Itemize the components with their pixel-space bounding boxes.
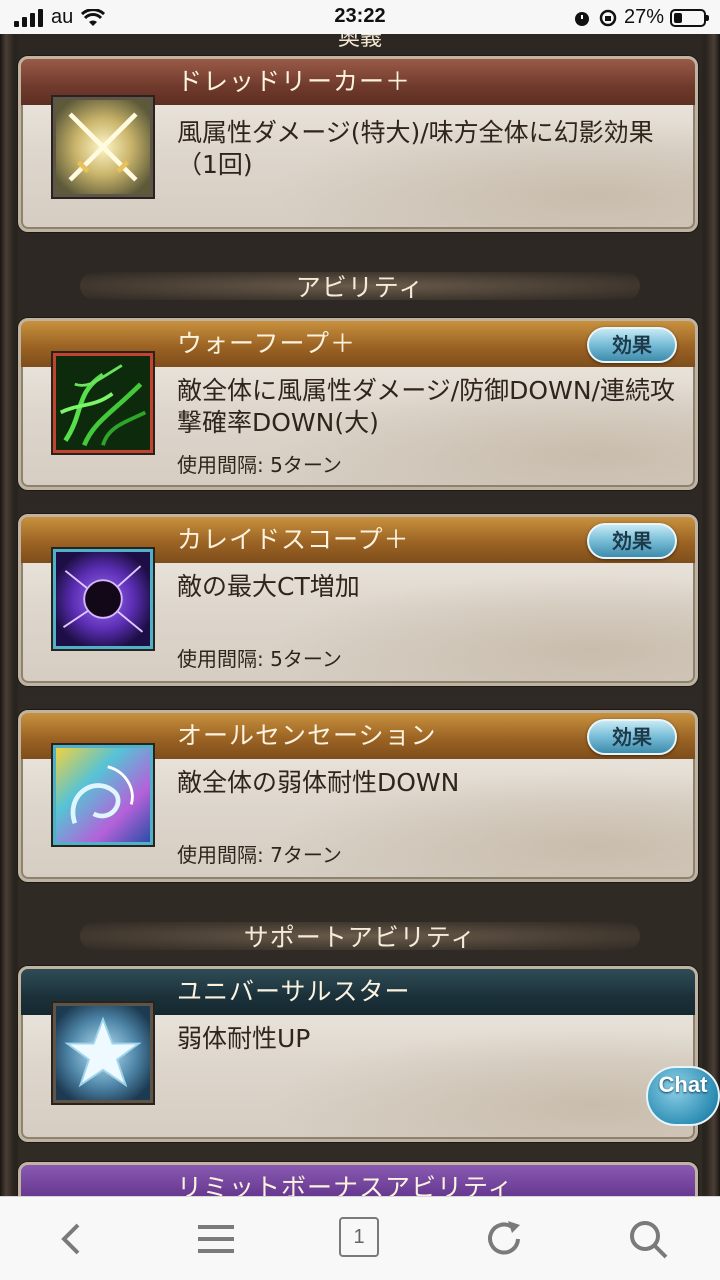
status-bar: au 23:22 27% <box>0 0 720 34</box>
skill-cooldown: 使用間隔: 5ターン <box>177 453 342 477</box>
crossed-swords-icon <box>53 97 153 197</box>
signal-icon <box>14 8 43 27</box>
reload-icon <box>488 1221 520 1255</box>
back-button[interactable] <box>50 1217 94 1261</box>
chat-button[interactable]: Chat <box>646 1066 720 1126</box>
status-right: 27% <box>572 6 709 29</box>
battery-percent: 27% <box>623 6 664 28</box>
dark-orb-icon <box>53 549 153 649</box>
section-title-ougi: 奥義 <box>337 34 382 51</box>
section-title-ability: アビリティ <box>295 273 425 302</box>
skill-card-war-hoop[interactable]: ウォーフープ＋ 効果 敵全体に風属性ダメージ/防御DOWN/連続攻撃確率DOWN… <box>18 318 698 490</box>
hamburger-icon <box>198 1225 234 1253</box>
effect-button[interactable]: 効果 <box>587 719 677 755</box>
menu-button[interactable] <box>194 1217 238 1261</box>
alarm-icon <box>574 11 589 26</box>
skill-description: 風属性ダメージ(特大)/味方全体に幻影効果（1回) <box>177 118 654 179</box>
skill-description: 敵全体の弱体耐性DOWN <box>177 768 460 797</box>
carrier-label: au <box>51 6 74 28</box>
effect-button[interactable]: 効果 <box>587 327 677 363</box>
section-title-support-ability: サポートアビリティ <box>243 923 477 952</box>
chevron-left-icon <box>61 1223 80 1255</box>
wifi-icon <box>81 8 106 26</box>
skill-card-dread-reaper[interactable]: ドレッドリーカー＋ 風属性ダメージ(特大)/味方全体に幻影効果（1回) <box>18 56 698 232</box>
skill-cooldown: 使用間隔: 7ターン <box>177 843 342 867</box>
skill-description: 敵全体に風属性ダメージ/防御DOWN/連続攻撃確率DOWN(大) <box>177 376 675 437</box>
battery-icon <box>670 8 709 27</box>
skill-card-kaleidoscope[interactable]: カレイドスコープ＋ 効果 敵の最大CT増加 使用間隔: 5ターン <box>18 514 698 686</box>
search-button[interactable] <box>626 1217 670 1261</box>
star-icon <box>53 1003 153 1103</box>
status-left: au <box>14 6 106 29</box>
search-icon <box>630 1221 668 1259</box>
reload-button[interactable] <box>482 1217 526 1261</box>
skill-card-universal-star[interactable]: ユニバーサルスター 弱体耐性UP <box>18 966 698 1142</box>
skill-description: 弱体耐性UP <box>177 1024 311 1053</box>
skill-description: 敵の最大CT増加 <box>177 572 360 601</box>
effect-button[interactable]: 効果 <box>587 523 677 559</box>
browser-toolbar: 1 <box>0 1196 720 1280</box>
rotation-lock-icon <box>599 9 617 26</box>
skill-cooldown: 使用間隔: 5ターン <box>177 647 342 671</box>
tabs-button[interactable]: 1 <box>339 1217 379 1257</box>
green-tendrils-icon <box>53 353 153 453</box>
swirl-icon <box>53 745 153 845</box>
skill-card-all-sensation[interactable]: オールセンセーション 効果 敵全体の弱体耐性DOWN 使用間隔: 7ターン <box>18 710 698 882</box>
